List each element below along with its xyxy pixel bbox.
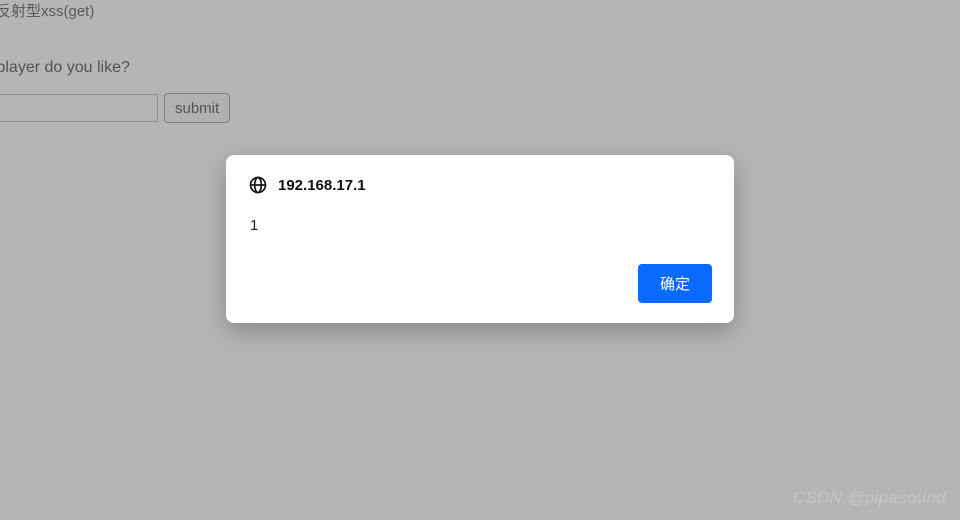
globe-icon (248, 175, 268, 195)
watermark: CSDN @pipasound (793, 488, 946, 508)
ok-button[interactable]: 确定 (638, 264, 712, 303)
dialog-message: 1 (248, 217, 712, 234)
dialog-origin: 192.168.17.1 (278, 177, 366, 194)
alert-dialog: 192.168.17.1 1 确定 (226, 155, 734, 323)
dialog-actions: 确定 (248, 264, 712, 303)
dialog-header: 192.168.17.1 (248, 175, 712, 195)
